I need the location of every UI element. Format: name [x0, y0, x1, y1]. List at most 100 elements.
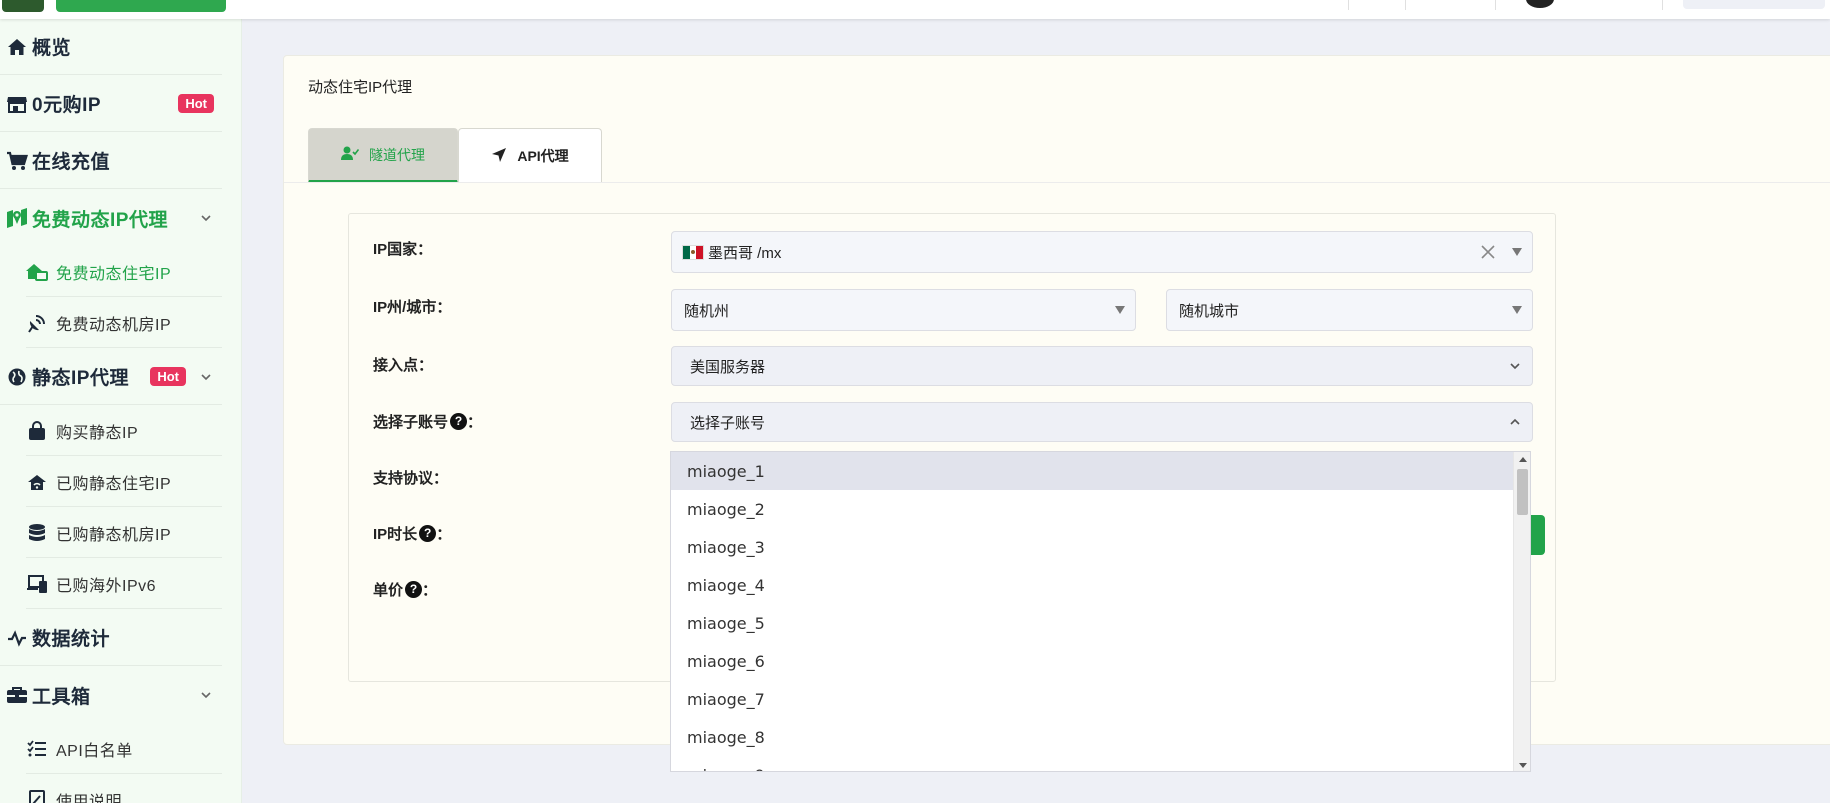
- scroll-down-icon[interactable]: [1519, 763, 1527, 768]
- submit-button-edge[interactable]: [1529, 515, 1545, 555]
- top-divider: [1495, 0, 1496, 10]
- shopping-bag-icon: [26, 420, 48, 442]
- sidebar-item-label: 已购静态住宅IP: [56, 475, 172, 493]
- toolbox-icon: [6, 684, 28, 706]
- sidebar-item-label: 免费动态IP代理: [32, 209, 168, 231]
- country-label: IP国家：: [373, 241, 433, 258]
- subaccount-select[interactable]: 选择子账号: [671, 402, 1533, 442]
- cart-icon: [6, 150, 28, 172]
- subaccount-label-suffix: ：: [467, 414, 483, 431]
- sidebar-item-free-dynamic-ip[interactable]: 免费动态IP代理: [0, 190, 222, 246]
- price-label-text: 单价: [373, 582, 404, 599]
- access-point-value: 美国服务器: [690, 358, 766, 376]
- clear-icon[interactable]: [1480, 244, 1496, 260]
- price-label: 单价 ? ：: [373, 579, 437, 600]
- sidebar-item-recharge[interactable]: 在线充值: [0, 133, 222, 189]
- help-icon[interactable]: ?: [419, 525, 437, 542]
- sidebar-item-label: 在线充值: [32, 152, 111, 173]
- sidebar-item-static-ip-proxy[interactable]: 静态IP代理 Hot: [0, 349, 222, 405]
- top-divider: [1662, 0, 1663, 10]
- sidebar-item-label: 已购静态机房IP: [56, 526, 172, 544]
- help-icon[interactable]: ?: [450, 413, 468, 430]
- list-item[interactable]: miaoge_7: [671, 680, 1514, 718]
- sidebar-item-purchased-overseas-ipv6[interactable]: 已购海外IPv6: [26, 559, 222, 609]
- scrollbar-thumb[interactable]: [1517, 469, 1528, 515]
- user-check-icon: [341, 146, 360, 163]
- top-action-button[interactable]: [1683, 0, 1825, 9]
- country-value: 墨西哥 /mx: [708, 244, 782, 262]
- top-bar: [0, 0, 1830, 19]
- tab-api-proxy[interactable]: API代理: [458, 128, 602, 183]
- sidebar-item-usage-guide[interactable]: 使用说明: [26, 775, 222, 803]
- access-point-label: 接入点：: [373, 357, 434, 374]
- sidebar-item-label: 购买静态IP: [56, 424, 139, 442]
- tab-tunnel-proxy[interactable]: 隧道代理: [308, 128, 458, 183]
- sidebar-item-buy-static-ip[interactable]: 购买静态IP: [26, 406, 222, 456]
- activity-icon: [6, 627, 28, 649]
- satellite-dish-icon: [26, 312, 48, 334]
- duration-label-suffix: ：: [436, 526, 452, 543]
- top-divider: [1405, 0, 1406, 10]
- subaccount-dropdown-list[interactable]: miaoge_1 miaoge_2 miaoge_3 miaoge_4 miao…: [670, 451, 1531, 772]
- sidebar-item-purchased-static-residential-ip[interactable]: 已购静态住宅IP: [26, 457, 222, 507]
- store-icon: [6, 93, 28, 115]
- tab-label: 隧道代理: [369, 146, 425, 163]
- chevron-down-icon: [1510, 363, 1520, 370]
- tab-label: API代理: [517, 148, 569, 164]
- sidebar-item-free-dynamic-residential-ip[interactable]: 免费动态住宅IP: [26, 247, 222, 297]
- list-item[interactable]: miaoge_5: [671, 604, 1514, 642]
- list-item[interactable]: miaoge_3: [671, 528, 1514, 566]
- subaccount-label: 选择子账号 ? ：: [373, 411, 482, 432]
- sidebar-item-toolbox[interactable]: 工具箱: [0, 667, 222, 723]
- sidebar-item-label: 工具箱: [32, 686, 91, 708]
- mexico-flag-icon: [682, 244, 704, 260]
- state-value: 随机州: [684, 302, 730, 320]
- home-icon: [6, 36, 28, 58]
- city-select[interactable]: 随机城市: [1166, 289, 1533, 331]
- scroll-up-icon[interactable]: [1519, 457, 1527, 462]
- help-icon[interactable]: ?: [405, 581, 423, 598]
- sidebar-item-api-whitelist[interactable]: API白名单: [26, 724, 222, 774]
- devices-icon: [26, 573, 48, 595]
- sidebar-item-overview[interactable]: 概览: [0, 19, 222, 75]
- sidebar-item-purchased-static-datacenter-ip[interactable]: 已购静态机房IP: [26, 508, 222, 558]
- list-check-icon: [26, 738, 48, 760]
- house-wifi-icon: [26, 471, 48, 493]
- location-arrow-icon: [491, 147, 507, 166]
- sidebar-item-label: 静态IP代理: [32, 368, 129, 389]
- country-select[interactable]: 墨西哥 /mx: [671, 231, 1533, 273]
- caret-down-icon: [1512, 248, 1522, 256]
- avatar[interactable]: [1526, 0, 1554, 8]
- database-icon: [26, 522, 48, 544]
- page-title: 动态住宅IP代理: [308, 79, 413, 96]
- sidebar-item-free-buy-ip[interactable]: 0元购IP Hot: [0, 76, 222, 132]
- caret-down-icon: [1115, 306, 1125, 314]
- price-label-suffix: ：: [422, 582, 438, 599]
- chevron-down-icon: [201, 373, 211, 380]
- caret-down-icon: [1512, 306, 1522, 314]
- logo-text[interactable]: [56, 0, 226, 12]
- sidebar-item-statistics[interactable]: 数据统计: [0, 610, 222, 666]
- sidebar-item-label: 0元购IP: [32, 95, 102, 116]
- logo-icon[interactable]: [2, 0, 44, 12]
- top-divider: [1348, 0, 1349, 10]
- globe-icon: [6, 366, 28, 388]
- list-item[interactable]: miaoge_1: [671, 452, 1514, 490]
- subaccount-label-text: 选择子账号: [373, 414, 449, 431]
- list-item[interactable]: miaoge_4: [671, 566, 1514, 604]
- list-item[interactable]: miaoge_8: [671, 718, 1514, 756]
- list-item[interactable]: miaoge_6: [671, 642, 1514, 680]
- sidebar-item-free-dynamic-datacenter-ip[interactable]: 免费动态机房IP: [26, 298, 222, 348]
- hot-badge: Hot: [178, 94, 214, 113]
- access-point-select[interactable]: 美国服务器: [671, 346, 1533, 386]
- chevron-down-icon: [201, 215, 211, 222]
- sidebar: 概览 0元购IP Hot 在线充值 免费动态IP代理 免费动态住宅IP 免费动态…: [0, 19, 242, 803]
- state-select[interactable]: 随机州: [671, 289, 1136, 331]
- sidebar-item-label: 概览: [32, 38, 72, 59]
- list-item[interactable]: miaoge_9: [671, 756, 1514, 772]
- list-item[interactable]: miaoge_2: [671, 490, 1514, 528]
- house-signal-icon: [26, 261, 48, 283]
- dropdown-scrollbar[interactable]: [1513, 452, 1530, 771]
- doc-icon: [26, 789, 48, 803]
- duration-label: IP时长 ? ：: [373, 523, 451, 544]
